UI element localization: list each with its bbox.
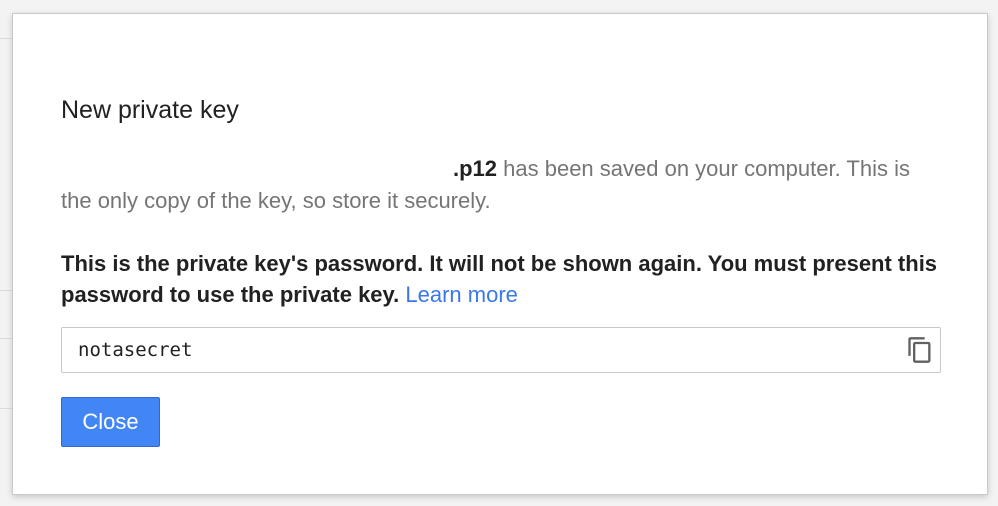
learn-more-link[interactable]: Learn more xyxy=(405,282,518,307)
password-field xyxy=(61,327,941,373)
background-divider xyxy=(0,408,12,409)
copy-icon[interactable] xyxy=(906,336,934,364)
key-file-extension: .p12 xyxy=(453,156,498,181)
saved-message: .p12 has been saved on your computer. Th… xyxy=(61,153,941,217)
password-input[interactable] xyxy=(78,328,878,372)
background-divider xyxy=(0,290,12,291)
dialog-title: New private key xyxy=(61,96,239,124)
close-button[interactable]: Close xyxy=(61,397,160,447)
background-divider xyxy=(0,38,12,39)
password-note: This is the private key's password. It w… xyxy=(61,248,941,310)
new-private-key-dialog: New private key .p12 has been saved on y… xyxy=(12,13,988,495)
background-divider xyxy=(0,338,12,339)
